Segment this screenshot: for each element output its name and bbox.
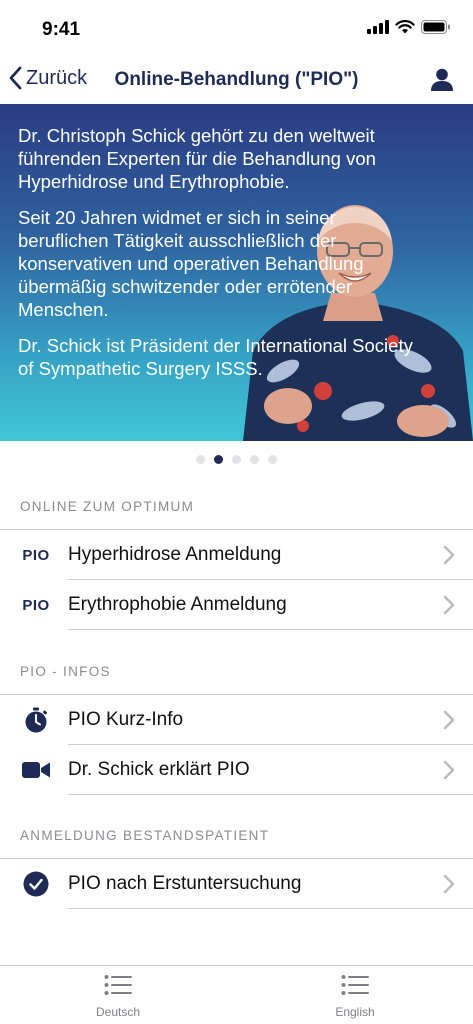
page-dot[interactable] bbox=[232, 455, 241, 464]
chevron-right-icon bbox=[443, 710, 455, 730]
wifi-icon bbox=[395, 20, 415, 34]
list-item-pio-kurz-info[interactable]: PIO Kurz-Info bbox=[0, 695, 473, 745]
list-icon bbox=[341, 975, 369, 995]
list-icon bbox=[104, 975, 132, 995]
page-title: Online-Behandlung ("PIO") bbox=[114, 69, 359, 90]
list-item-erythrophobie-anmeldung[interactable]: PIO Erythrophobie Anmeldung bbox=[0, 580, 473, 630]
tab-label: English bbox=[335, 1005, 375, 1019]
list-item-pio-nach-erstuntersuchung[interactable]: PIO nach Erstuntersuchung bbox=[0, 859, 473, 909]
divider bbox=[68, 794, 473, 795]
status-time: 9:41 bbox=[42, 19, 81, 40]
stopwatch-icon bbox=[22, 707, 50, 733]
pio-text-icon: PIO bbox=[22, 593, 50, 617]
section-header-anmeldung-bestandspatient: ANMELDUNG BESTANDSPATIENT bbox=[20, 828, 270, 843]
checkmark-circle-icon bbox=[22, 871, 50, 897]
list-item-label: PIO nach Erstuntersuchung bbox=[68, 873, 302, 894]
page-dot[interactable] bbox=[250, 455, 259, 464]
pio-icon-label: PIO bbox=[22, 596, 50, 614]
navigation-bar: Zurück Online-Behandlung ("PIO") bbox=[0, 58, 473, 104]
chevron-right-icon bbox=[443, 545, 455, 565]
user-icon bbox=[431, 68, 453, 91]
battery-icon bbox=[421, 20, 450, 34]
status-icons bbox=[367, 20, 451, 34]
chevron-right-icon bbox=[443, 760, 455, 780]
hero-paragraph: Seit 20 Jahren widmet er sich in seiner … bbox=[18, 207, 364, 320]
list-item-label: Dr. Schick erklärt PIO bbox=[68, 759, 250, 780]
chevron-right-icon bbox=[443, 874, 455, 894]
page-dot[interactable] bbox=[268, 455, 277, 464]
list-item-hyperhidrose-anmeldung[interactable]: PIO Hyperhidrose Anmeldung bbox=[0, 530, 473, 580]
page-dot-active[interactable] bbox=[214, 455, 223, 464]
cellular-signal-icon bbox=[367, 20, 389, 34]
section-header-pio-infos: PIO - INFOS bbox=[20, 664, 111, 679]
divider bbox=[68, 629, 473, 630]
tab-deutsch[interactable]: Deutsch bbox=[58, 974, 178, 1019]
tab-label: Deutsch bbox=[95, 1005, 141, 1019]
tab-bar: Deutsch English bbox=[0, 965, 473, 1024]
pio-icon-label: PIO bbox=[22, 546, 50, 564]
hero-paragraph: Dr. Schick ist Präsident der Internation… bbox=[18, 335, 413, 379]
pio-text-icon: PIO bbox=[22, 543, 50, 567]
page-indicator[interactable] bbox=[0, 455, 473, 464]
divider bbox=[68, 908, 473, 909]
page-dot[interactable] bbox=[196, 455, 205, 464]
chevron-right-icon bbox=[443, 595, 455, 615]
hero-banner[interactable]: Dr. Christoph Schick gehört zu den weltw… bbox=[0, 104, 473, 441]
list-item-label: Hyperhidrose Anmeldung bbox=[68, 544, 282, 565]
list-item-label: Erythrophobie Anmeldung bbox=[68, 594, 287, 615]
profile-button[interactable] bbox=[431, 68, 453, 96]
video-camera-icon bbox=[22, 758, 50, 782]
hero-text: Dr. Christoph Schick gehört zu den weltw… bbox=[18, 124, 418, 393]
hero-paragraph: Dr. Christoph Schick gehört zu den weltw… bbox=[18, 125, 376, 192]
section-header-online-zum-optimum: ONLINE ZUM OPTIMUM bbox=[20, 499, 195, 514]
list-item-label: PIO Kurz-Info bbox=[68, 709, 184, 730]
status-bar: 9:41 bbox=[0, 0, 473, 58]
tab-english[interactable]: English bbox=[295, 974, 415, 1019]
list-item-dr-schick-erklaert-pio[interactable]: Dr. Schick erklärt PIO bbox=[0, 745, 473, 795]
